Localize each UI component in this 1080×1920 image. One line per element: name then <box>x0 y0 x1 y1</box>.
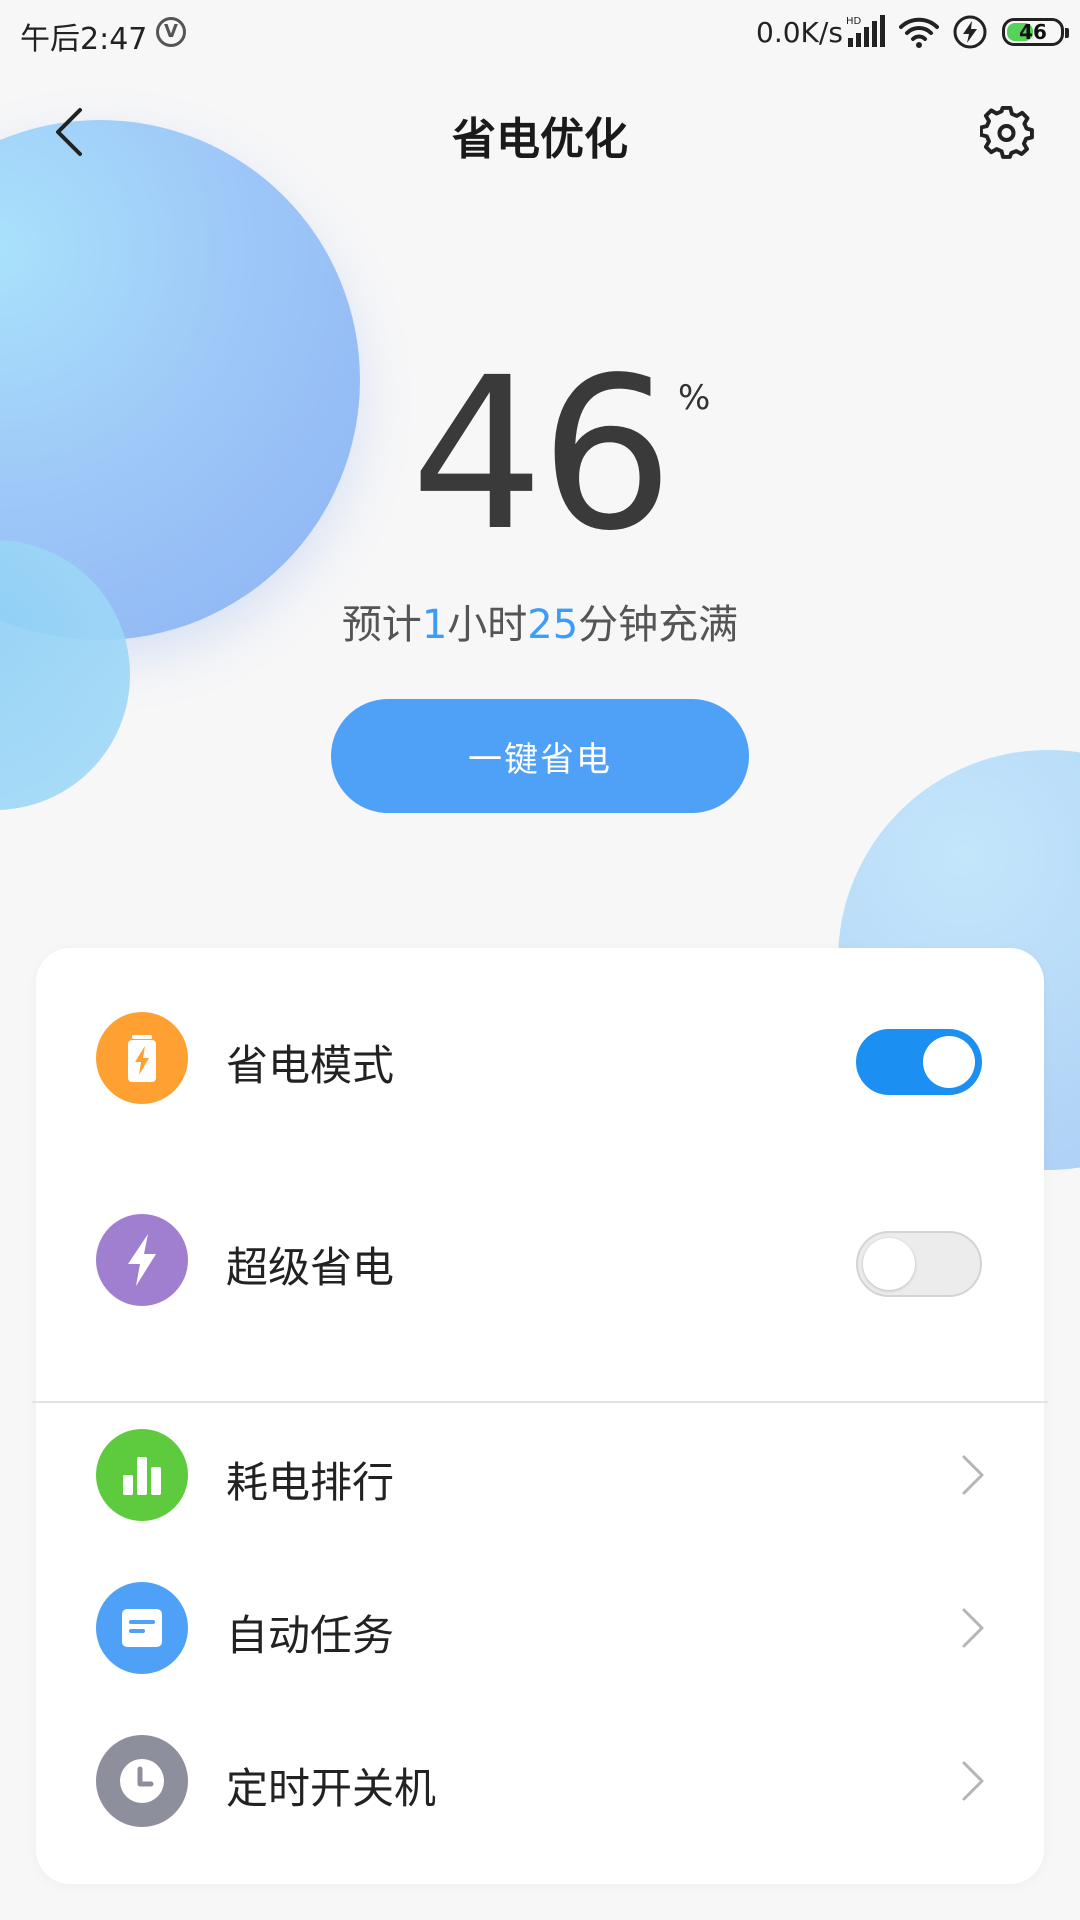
page-title: 省电优化 <box>452 114 628 165</box>
chevron-right-icon <box>962 1761 984 1801</box>
super-save-label: 超级省电 <box>226 1243 395 1292</box>
toggle-knob <box>923 1036 975 1088</box>
battery-percent-value: 46 <box>410 332 673 577</box>
v-badge-icon: V <box>156 17 186 47</box>
signal-hd-label: HD <box>846 16 862 27</box>
status-time: 午后2:47 <box>20 22 148 57</box>
chevron-right-icon <box>962 1455 984 1495</box>
super-save-row[interactable]: 超级省电 <box>36 1200 1044 1320</box>
bolt-icon <box>96 1214 188 1306</box>
super-save-toggle[interactable] <box>856 1231 982 1297</box>
auto-task-row[interactable]: 自动任务 <box>36 1568 1044 1688</box>
clock-icon <box>96 1735 188 1827</box>
signal-icon: HD <box>846 15 885 47</box>
power-optimization-screen: 午后2:47 V 0.0K/s HD 46 省电优化 46 % 预计1小时25分… <box>0 0 1080 1920</box>
one-key-save-button[interactable]: 一键省电 <box>331 699 749 813</box>
power-usage-ranking-row[interactable]: 耗电排行 <box>36 1415 1044 1535</box>
estimate-prefix: 预计 <box>341 602 422 648</box>
wifi-icon <box>899 17 939 48</box>
battery-percent: 46 <box>0 345 1080 565</box>
bar-chart-icon <box>96 1429 188 1521</box>
settings-card: 省电模式 超级省电 耗电排行 自动任务 定时开关机 <box>36 948 1044 1884</box>
battery-bolt-icon <box>96 1012 188 1104</box>
auto-task-label: 自动任务 <box>226 1611 395 1660</box>
battery-level-text: 46 <box>1019 20 1047 44</box>
status-bar: 午后2:47 V 0.0K/s HD 46 <box>0 0 1080 70</box>
battery-indicator: 46 <box>1002 18 1069 46</box>
document-icon <box>96 1582 188 1674</box>
power-save-mode-toggle[interactable] <box>856 1029 982 1095</box>
section-divider <box>32 1401 1048 1403</box>
charging-icon <box>953 15 987 49</box>
estimate-mid: 小时 <box>447 602 528 648</box>
power-usage-ranking-label: 耗电排行 <box>226 1458 395 1507</box>
estimate-hours: 1 <box>421 602 448 648</box>
estimate-minutes: 25 <box>527 602 579 648</box>
charge-estimate: 预计1小时25分钟充满 <box>0 592 1080 650</box>
battery-nub <box>1065 28 1069 38</box>
scheduled-power-label: 定时开关机 <box>226 1764 437 1813</box>
toggle-knob <box>863 1238 915 1290</box>
power-save-mode-label: 省电模式 <box>226 1041 395 1090</box>
power-save-mode-row[interactable]: 省电模式 <box>36 998 1044 1118</box>
chevron-right-icon <box>962 1608 984 1648</box>
network-speed: 0.0K/s <box>756 16 843 49</box>
scheduled-power-row[interactable]: 定时开关机 <box>36 1721 1044 1841</box>
gear-icon[interactable] <box>980 106 1034 160</box>
percent-sign: % <box>678 378 711 418</box>
estimate-suffix: 分钟充满 <box>578 602 739 648</box>
